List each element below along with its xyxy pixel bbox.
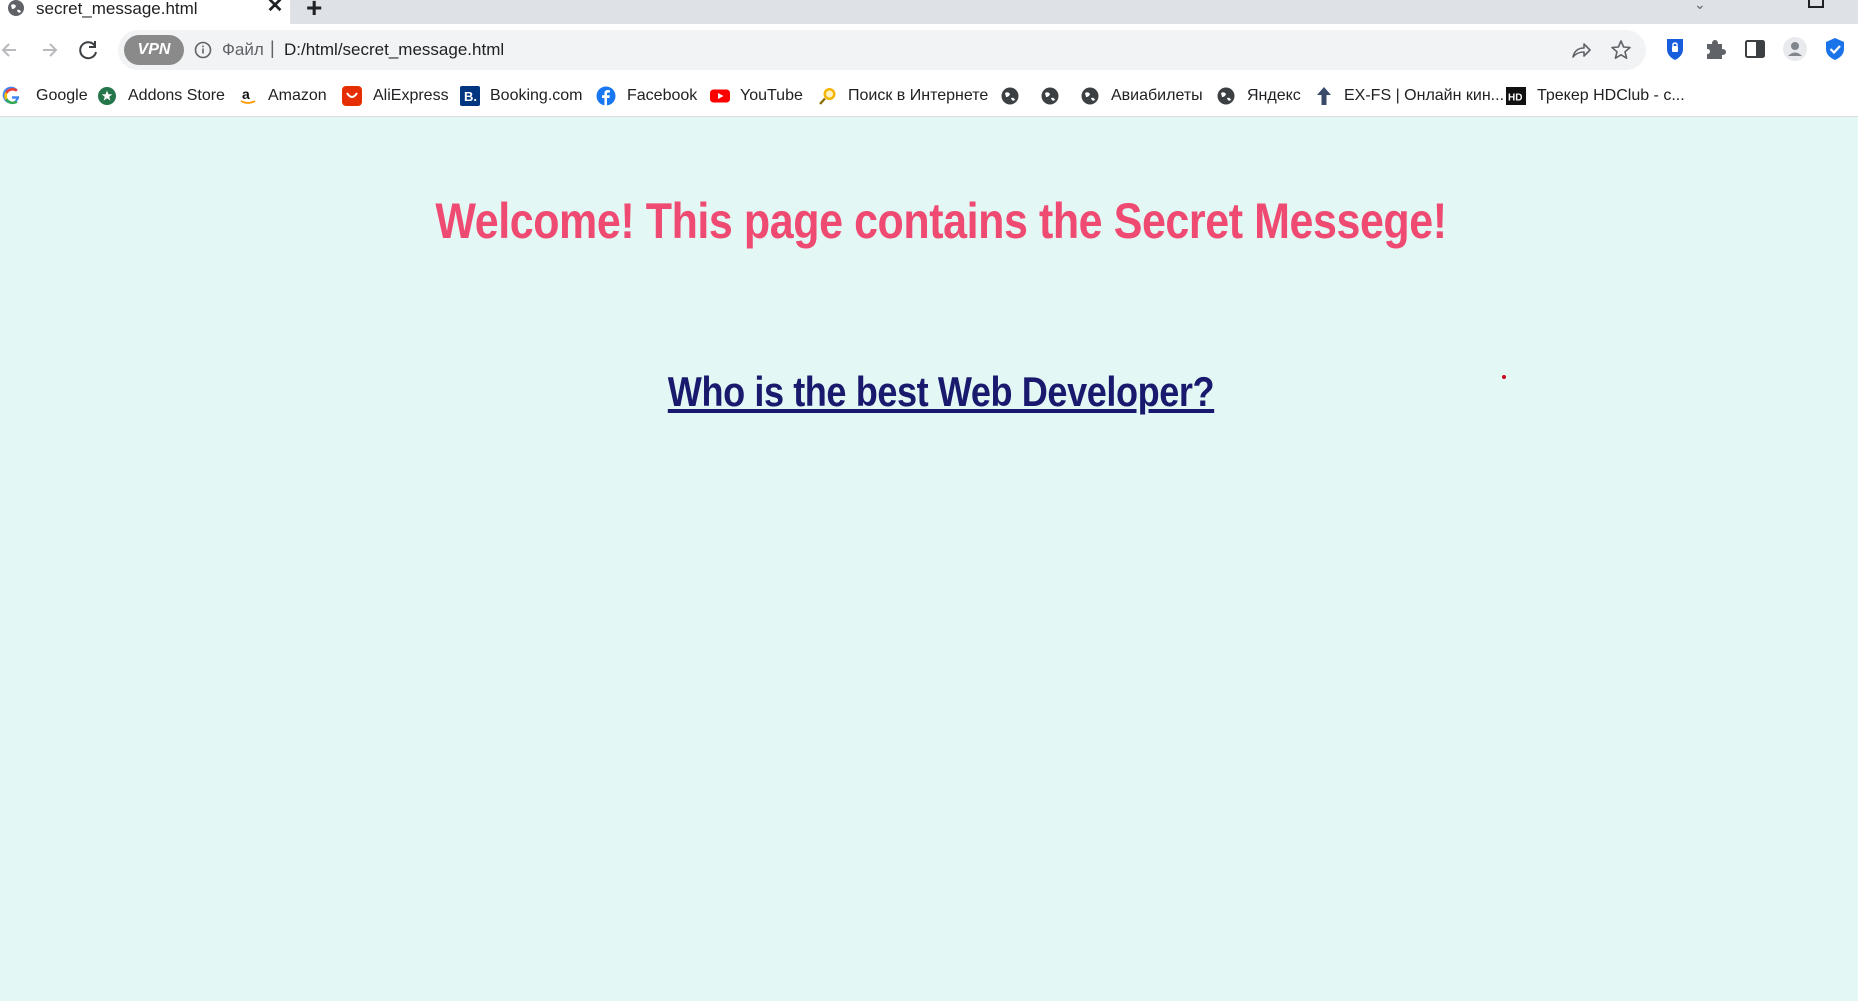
address-bar[interactable]: VPN Файл | D:/html/secret_message.html [118,30,1646,70]
bookmark-star-icon[interactable] [1610,39,1632,61]
browser-toolbar: VPN Файл | D:/html/secret_message.html [0,24,1858,76]
url-text[interactable]: D:/html/secret_message.html [284,40,504,60]
amazon-icon: a [240,86,256,104]
scheme-label: Файл [222,40,264,59]
booking-icon: B. [460,86,480,106]
bookmark-search-internet[interactable]: Поиск в Интернете [818,76,988,116]
bookmark-label: EX-FS | Онлайн кин... [1344,87,1505,104]
bookmark-amazon[interactable]: a Amazon [238,76,327,116]
youtube-icon [710,89,730,103]
extensions-icon[interactable] [1702,36,1728,62]
bookmark-label: Поиск в Интернете [848,87,989,104]
secret-link: Who is the best Web Developer? [132,368,1751,416]
vpn-button[interactable]: VPN [124,35,184,65]
tab-title: secret_message.html [36,0,198,18]
info-icon[interactable] [194,41,212,59]
bookmark-label: Google [36,87,88,104]
bookmark-exfs[interactable]: EX-FS | Онлайн кин... [1314,76,1504,116]
bookmark-globe-2[interactable] [1040,76,1060,116]
secret-link-text[interactable]: Who is the best Web Developer? [668,368,1215,415]
back-icon[interactable] [0,36,24,64]
tab-strip: secret_message.html ✕ + ⌄ [0,0,1858,24]
bookmark-label: Авиабилеты [1111,87,1203,104]
bookmark-youtube[interactable]: YouTube [710,76,803,116]
bookmark-addons-store[interactable]: Addons Store [97,76,225,116]
new-tab-button[interactable]: + [306,0,322,22]
bookmark-label: AliExpress [373,87,449,104]
hd-icon: HD [1506,87,1526,105]
globe-icon [8,0,24,16]
url-separator: | [270,38,275,58]
bookmark-label: Amazon [268,87,327,104]
bookmark-aviabilety[interactable]: Авиабилеты [1080,76,1203,116]
bookmark-label: Addons Store [128,87,225,104]
bookmark-label: Яндекс [1247,87,1301,104]
page-heading: Welcome! This page contains the Secret M… [435,193,1447,249]
bookmark-globe-1[interactable] [1000,76,1020,116]
globe-icon [1081,87,1099,105]
globe-icon [1217,87,1235,105]
globe-icon [1041,87,1059,105]
bitwarden-icon[interactable] [1662,36,1688,62]
security-shield-icon[interactable] [1822,36,1848,62]
side-panel-icon[interactable] [1742,36,1768,62]
bookmark-facebook[interactable]: Facebook [596,76,697,116]
bookmark-booking[interactable]: B. Booking.com [460,76,583,116]
bookmark-hdclub[interactable]: HD Трекер HDClub - с... [1506,76,1685,116]
share-icon[interactable] [1570,39,1592,61]
globe-icon [1001,87,1019,105]
svg-text:a: a [242,86,250,102]
bookmark-google[interactable]: Google [2,76,88,116]
red-dot-marker [1502,375,1506,379]
bookmark-label: Booking.com [490,87,583,104]
svg-text:B.: B. [464,89,477,104]
addons-store-icon [98,87,116,105]
google-icon [2,86,20,105]
profile-avatar-icon[interactable] [1782,36,1808,62]
bookmark-label: Трекер HDClub - с... [1537,87,1685,104]
window-restore-icon[interactable] [1808,0,1824,8]
svg-text:HD: HD [1508,93,1522,104]
aliexpress-icon [342,86,362,106]
close-tab-icon[interactable]: ✕ [264,0,286,17]
bookmarks-bar: Google Addons Store a Amazon AliExpress … [0,76,1858,117]
bookmark-label: Facebook [627,87,698,104]
forward-icon[interactable] [35,36,63,64]
search-globe-icon [819,88,836,105]
bookmark-label: YouTube [740,87,803,104]
active-tab[interactable]: secret_message.html ✕ [0,0,290,24]
tab-search-chevron-icon[interactable]: ⌄ [1694,0,1706,13]
facebook-icon [596,86,616,106]
reload-icon[interactable] [75,36,103,64]
bookmark-aliexpress[interactable]: AliExpress [342,76,449,116]
bookmark-yandex[interactable]: Яндекс [1216,76,1301,116]
arrow-up-icon [1317,87,1331,105]
